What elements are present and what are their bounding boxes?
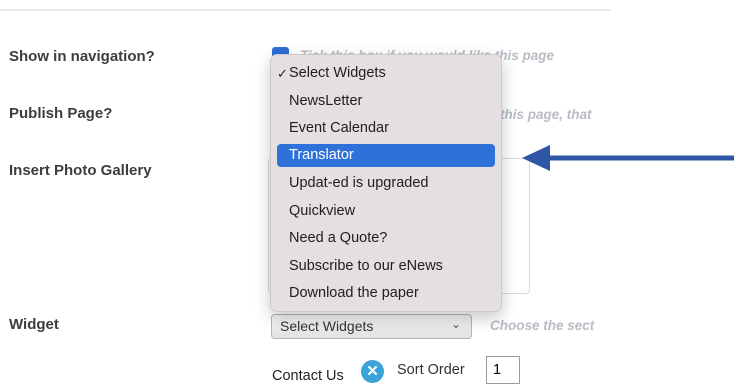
menu-item-translator[interactable]: Translator	[277, 144, 495, 167]
menu-item-quickview[interactable]: Quickview	[277, 200, 495, 223]
menu-item-select-widgets[interactable]: ✓ Select Widgets	[277, 62, 495, 85]
check-icon: ✓	[277, 66, 288, 81]
show-in-navigation-label: Show in navigation?	[9, 48, 155, 65]
chevron-down-icon: ⌄	[450, 317, 461, 331]
top-divider	[0, 9, 611, 11]
contact-us-label: Contact Us	[272, 368, 344, 384]
widget-select[interactable]: Select Widgets ⌄	[271, 314, 472, 339]
insert-photo-gallery-label: Insert Photo Gallery	[9, 162, 152, 179]
menu-item-newsletter[interactable]: NewsLetter	[277, 90, 495, 113]
menu-item-updat-ed[interactable]: Updat-ed is upgraded	[277, 172, 495, 195]
publish-page-label: Publish Page?	[9, 105, 113, 122]
menu-item-need-a-quote[interactable]: Need a Quote?	[277, 227, 495, 250]
widget-label: Widget	[9, 316, 59, 333]
menu-item-download-paper[interactable]: Download the paper	[277, 282, 495, 305]
widget-dropdown-menu: ✓ Select Widgets NewsLetter Event Calend…	[270, 54, 502, 312]
widget-select-value: Select Widgets	[280, 318, 374, 334]
menu-item-subscribe-enews[interactable]: Subscribe to our eNews	[277, 255, 495, 278]
sort-order-label: Sort Order	[397, 362, 465, 378]
x-circle-icon[interactable]: ✕	[361, 360, 384, 383]
menu-item-event-calendar[interactable]: Event Calendar	[277, 117, 495, 140]
sort-order-input[interactable]	[486, 356, 520, 384]
publish-page-hint: this page, that	[500, 107, 592, 122]
annotation-arrow-icon	[522, 145, 734, 171]
widget-hint: Choose the sect	[490, 318, 595, 333]
